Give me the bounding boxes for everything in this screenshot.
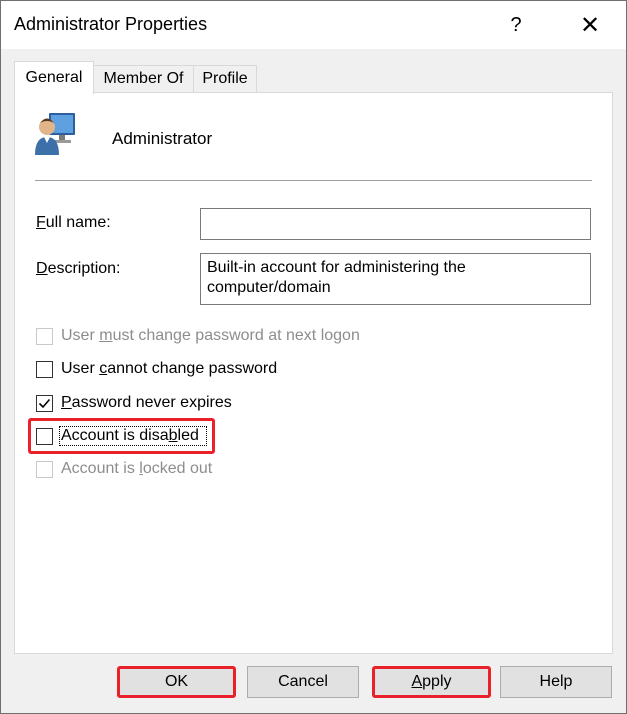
ok-button[interactable]: OK xyxy=(117,666,236,698)
user-name: Administrator xyxy=(112,129,213,148)
cancel-button[interactable]: Cancel xyxy=(247,666,359,698)
checkbox-box xyxy=(36,360,53,378)
title-bar: Administrator Properties ? ✕ xyxy=(1,1,626,49)
checkbox-label: User must change password at next logon xyxy=(61,327,360,344)
dialog-title: Administrator Properties xyxy=(14,14,208,34)
separator xyxy=(35,180,592,181)
checkbox-box xyxy=(36,460,53,478)
checkbox-box xyxy=(36,327,53,345)
close-icon[interactable]: ✕ xyxy=(561,1,619,49)
ok-label: OK xyxy=(164,673,189,690)
cancel-label: Cancel xyxy=(278,673,328,690)
checkbox-label: Password never expires xyxy=(61,394,232,411)
checkmark-icon xyxy=(38,398,51,408)
tab-profile[interactable]: Profile xyxy=(193,65,257,92)
focus-rectangle xyxy=(59,426,207,446)
tab-member-of[interactable]: Member Of xyxy=(93,65,194,92)
general-tab-panel: Administrator Full name: Description: Bu… xyxy=(14,92,613,654)
checkbox-box xyxy=(36,394,53,412)
checkbox-label: User cannot change password xyxy=(61,360,278,377)
full-name-input[interactable] xyxy=(200,208,591,240)
password-never-expires-checkbox[interactable]: Password never expires xyxy=(36,392,232,414)
account-locked-out-checkbox[interactable]: Account is locked out xyxy=(36,458,212,480)
checkbox-label: Account is locked out xyxy=(61,460,213,477)
must-change-password-checkbox[interactable]: User must change password at next logon xyxy=(36,325,360,347)
full-name-label: Full name: xyxy=(36,214,111,231)
description-label: Description: xyxy=(36,260,121,277)
help-icon[interactable]: ? xyxy=(487,1,545,49)
apply-label: Apply xyxy=(411,673,452,690)
tab-general[interactable]: General xyxy=(14,61,94,94)
user-monitor-icon xyxy=(35,113,75,155)
description-input[interactable]: Built-in account for administering the c… xyxy=(200,253,591,305)
cannot-change-password-checkbox[interactable]: User cannot change password xyxy=(36,358,277,380)
apply-button[interactable]: Apply xyxy=(372,666,491,698)
help-label: Help xyxy=(539,673,573,690)
help-button[interactable]: Help xyxy=(500,666,612,698)
properties-dialog: Administrator Properties ? ✕ General Mem… xyxy=(0,0,627,714)
